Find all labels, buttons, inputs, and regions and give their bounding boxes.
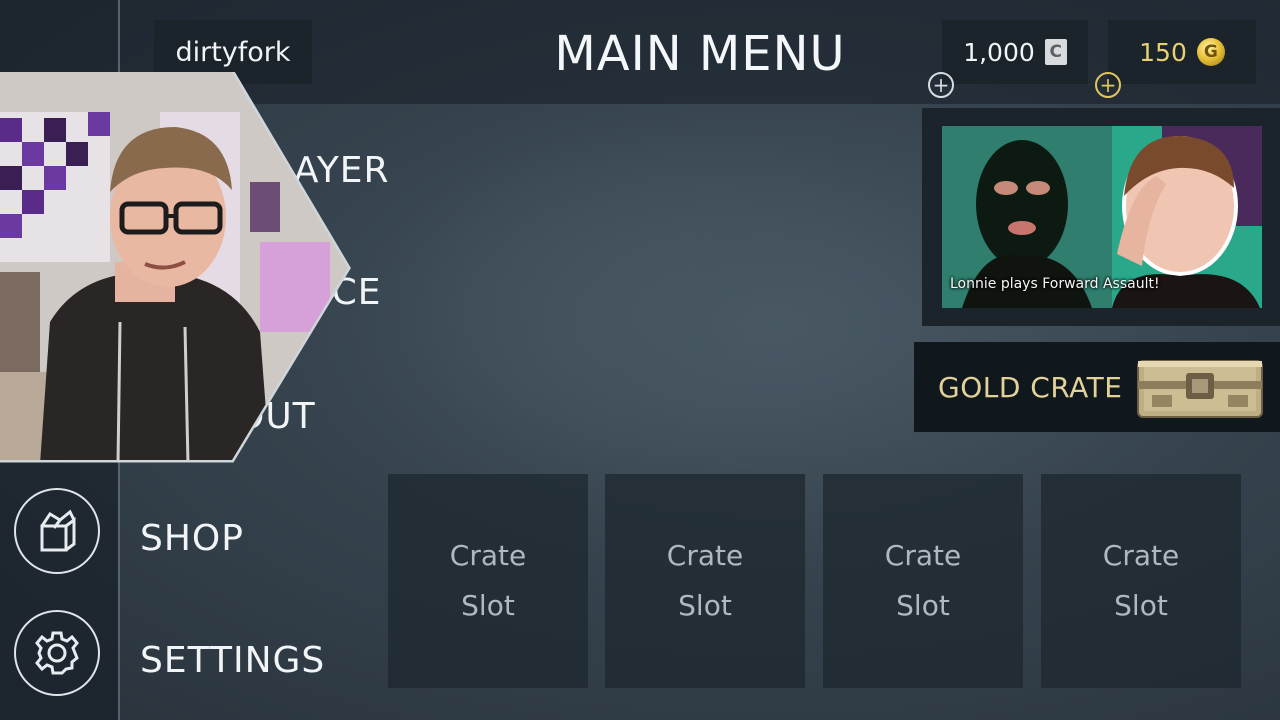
gold-crate-label: GOLD CRATE xyxy=(938,370,1123,404)
gold-coin-icon: G xyxy=(1196,38,1225,66)
crate-slot-4[interactable]: Crate Slot xyxy=(1041,474,1241,688)
page-title: MAIN MENU xyxy=(554,26,846,82)
crate-icon xyxy=(40,509,76,552)
crate-slot-line1: Crate xyxy=(666,539,744,572)
credits-display: 1,000 C xyxy=(942,20,1088,84)
wall-checker xyxy=(0,112,110,262)
news-caption: Lonnie plays Forward Assault! xyxy=(950,276,1160,292)
add-credits-button[interactable]: + xyxy=(928,72,954,98)
settings-label[interactable]: SETTINGS xyxy=(140,640,325,681)
crate-slot-line1: Crate xyxy=(884,539,962,572)
credits-amount: 1,000 xyxy=(963,37,1035,67)
crate-slot-line2: Slot xyxy=(461,589,515,622)
crate-slot-line2: Slot xyxy=(896,589,950,622)
shop-button[interactable] xyxy=(14,488,100,574)
credits-icon: C xyxy=(1044,39,1067,65)
add-gold-button[interactable]: + xyxy=(1095,72,1121,98)
gold-crate-button[interactable]: GOLD CRATE xyxy=(914,342,1280,432)
settings-button[interactable] xyxy=(14,610,100,696)
crate-slot-3[interactable]: Crate Slot xyxy=(823,474,1023,688)
webcam-overlay xyxy=(0,72,351,463)
gold-amount: 150 xyxy=(1139,37,1187,67)
crate-slot-line2: Slot xyxy=(1114,589,1168,622)
crate-slot-line2: Slot xyxy=(678,589,732,622)
background-smoke xyxy=(380,120,940,480)
crate-slot-1[interactable]: Crate Slot xyxy=(388,474,588,688)
gold-display: 150 G xyxy=(1108,20,1256,84)
gear-icon xyxy=(35,631,79,675)
gold-crate-icon xyxy=(1137,360,1264,418)
shop-label[interactable]: SHOP xyxy=(140,518,244,559)
news-card[interactable]: Lonnie plays Forward Assault! xyxy=(922,108,1280,326)
crate-slot-line1: Crate xyxy=(449,539,527,572)
crate-slot-line1: Crate xyxy=(1102,539,1180,572)
crate-slot-2[interactable]: Crate Slot xyxy=(605,474,805,688)
